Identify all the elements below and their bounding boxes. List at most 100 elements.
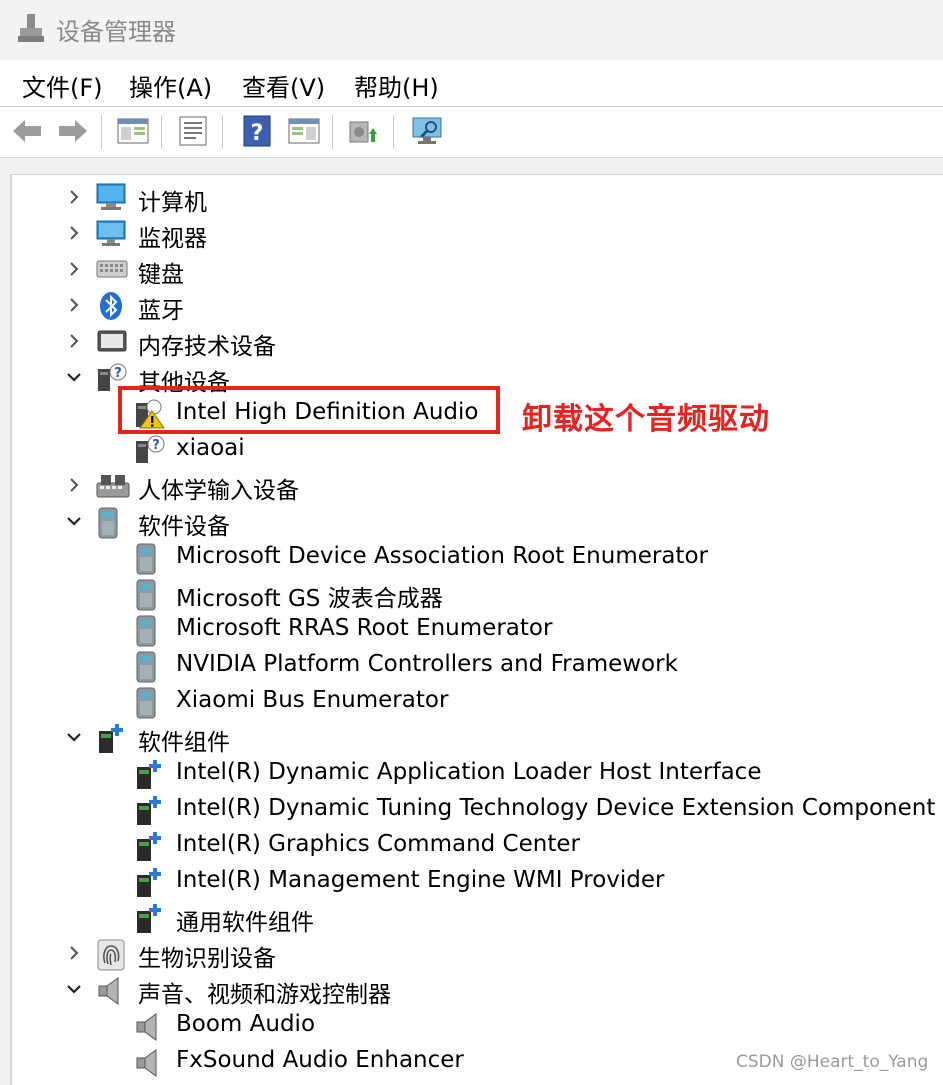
- tree-item-label: Microsoft Device Association Root Enumer…: [176, 543, 708, 569]
- software-component-icon: [96, 723, 126, 753]
- show-action-pane-icon[interactable]: [287, 115, 321, 147]
- tree-device[interactable]: Xiaomi Bus Enumerator: [12, 683, 932, 719]
- software-device-icon: [134, 687, 164, 719]
- tree-device[interactable]: Intel(R) Management Engine WMI Provider: [12, 863, 932, 899]
- software-device-icon: [96, 507, 126, 539]
- computer-icon: [96, 183, 126, 211]
- tree-category[interactable]: 监视器: [12, 215, 932, 252]
- chevron-down-icon[interactable]: [64, 367, 84, 387]
- tree-item-label: 通用软件组件: [176, 910, 314, 936]
- software-component-icon: [134, 795, 164, 825]
- show-hide-console-tree-icon[interactable]: [116, 115, 150, 147]
- tree-item-label: Xiaomi Bus Enumerator: [176, 687, 449, 713]
- tree-item-label: 内存技术设备: [138, 334, 276, 360]
- software-device-icon: [134, 615, 164, 647]
- tree-device[interactable]: Microsoft RRAS Root Enumerator: [12, 611, 932, 647]
- tree-device[interactable]: 通用软件组件: [12, 899, 932, 936]
- highlight-box: [118, 386, 500, 434]
- software-device-icon: [134, 543, 164, 575]
- device-manager-icon: [18, 14, 44, 44]
- software-device-icon: [134, 579, 164, 611]
- chevron-right-icon[interactable]: [64, 331, 84, 351]
- tree-item-label: FxSound Audio Enhancer: [176, 1047, 464, 1073]
- tree-category[interactable]: 计算机: [12, 179, 932, 216]
- menu-bar: 文件(F) 操作(A) 查看(V) 帮助(H): [0, 60, 943, 106]
- software-component-icon: [134, 903, 164, 933]
- memory-device-icon: [96, 327, 127, 355]
- svg-text:?: ?: [152, 438, 160, 453]
- menu-action[interactable]: 操作(A): [127, 68, 214, 103]
- tree-device[interactable]: Intel(R) Graphics Command Center: [12, 827, 932, 863]
- tree-item-label: Intel(R) Dynamic Tuning Technology Devic…: [176, 795, 936, 821]
- tree-category[interactable]: 内存技术设备: [12, 323, 932, 360]
- tree-item-label: 人体学输入设备: [138, 478, 299, 504]
- tree-item-label: Intel(R) Graphics Command Center: [176, 831, 580, 857]
- watermark: CSDN @Heart_to_Yang: [736, 1052, 929, 1072]
- monitor-icon: [96, 219, 126, 247]
- tree-item-label: 软件设备: [138, 514, 230, 540]
- menu-file[interactable]: 文件(F): [20, 68, 105, 103]
- tree-item-label: Boom Audio: [176, 1011, 316, 1037]
- tree-device[interactable]: ? xiaoai: [12, 431, 932, 467]
- tree-category[interactable]: 蓝牙: [12, 287, 932, 324]
- tree-device[interactable]: Microsoft GS 波表合成器: [12, 575, 932, 612]
- tree-device[interactable]: Intel(R) Dynamic Application Loader Host…: [12, 755, 932, 791]
- chevron-down-icon[interactable]: [64, 979, 84, 999]
- update-driver-icon[interactable]: [346, 115, 380, 147]
- speaker-icon: [96, 975, 126, 1005]
- menu-view[interactable]: 查看(V): [240, 68, 327, 103]
- hid-icon: [96, 471, 130, 499]
- annotation-text: 卸载这个音频驱动: [522, 402, 770, 437]
- fingerprint-icon: [96, 939, 126, 971]
- tree-device[interactable]: Microsoft Device Association Root Enumer…: [12, 539, 932, 575]
- tree-category[interactable]: 键盘: [12, 251, 932, 288]
- chevron-right-icon[interactable]: [64, 295, 84, 315]
- tree-item-label: Intel(R) Dynamic Application Loader Host…: [176, 759, 762, 785]
- title-bar: 设备管理器: [0, 0, 943, 60]
- forward-arrow-icon[interactable]: [56, 115, 90, 147]
- software-component-icon: [134, 867, 164, 897]
- tree-item-label: xiaoai: [176, 435, 245, 461]
- tree-category[interactable]: 人体学输入设备: [12, 467, 932, 504]
- tree-device[interactable]: Intel(R) Dynamic Tuning Technology Devic…: [12, 791, 936, 827]
- bluetooth-icon: [96, 291, 126, 320]
- speaker-icon: [134, 1047, 164, 1077]
- tree-category[interactable]: 软件设备: [12, 503, 932, 540]
- svg-text:?: ?: [114, 366, 122, 381]
- back-arrow-icon[interactable]: [10, 115, 44, 147]
- tree-category[interactable]: 软件组件: [12, 719, 932, 756]
- help-icon[interactable]: ?: [240, 115, 274, 147]
- keyboard-icon: [96, 255, 128, 283]
- software-device-icon: [134, 651, 164, 683]
- chevron-right-icon[interactable]: [64, 475, 84, 495]
- window-title: 设备管理器: [56, 18, 176, 46]
- tree-item-label: 监视器: [138, 226, 207, 252]
- tree-item-label: NVIDIA Platform Controllers and Framewor…: [176, 651, 678, 677]
- unknown-device-icon: ?: [134, 435, 165, 463]
- toolbar: ?: [0, 106, 943, 158]
- tree-item-label: 生物识别设备: [138, 946, 276, 972]
- chevron-right-icon[interactable]: [64, 223, 84, 243]
- chevron-down-icon[interactable]: [64, 727, 84, 747]
- tree-device[interactable]: NVIDIA Platform Controllers and Framewor…: [12, 647, 932, 683]
- svg-text:?: ?: [251, 121, 264, 146]
- device-tree: 计算机 监视器 键盘 蓝牙 内存技术设备? 其他设备 Intel High Definiti…: [10, 174, 943, 1085]
- tree-device[interactable]: Boom Audio: [12, 1007, 932, 1043]
- chevron-right-icon[interactable]: [64, 259, 84, 279]
- menu-help[interactable]: 帮助(H): [352, 68, 441, 103]
- chevron-right-icon[interactable]: [64, 943, 84, 963]
- tree-item-label: Microsoft GS 波表合成器: [176, 586, 443, 612]
- tree-item-label: 声音、视频和游戏控制器: [138, 982, 391, 1008]
- tree-item-label: Microsoft RRAS Root Enumerator: [176, 615, 553, 641]
- tree-item-label: 软件组件: [138, 730, 230, 756]
- chevron-right-icon[interactable]: [64, 187, 84, 207]
- speaker-icon: [134, 1011, 164, 1041]
- tree-item-label: 蓝牙: [138, 298, 184, 324]
- chevron-down-icon[interactable]: [64, 511, 84, 531]
- tree-item-label: 键盘: [138, 262, 184, 288]
- tree-category[interactable]: 声音、视频和游戏控制器: [12, 971, 932, 1008]
- scan-hardware-changes-icon[interactable]: [411, 115, 445, 147]
- properties-icon[interactable]: [176, 115, 210, 147]
- tree-item-label: 计算机: [138, 190, 207, 216]
- tree-category[interactable]: 生物识别设备: [12, 935, 932, 972]
